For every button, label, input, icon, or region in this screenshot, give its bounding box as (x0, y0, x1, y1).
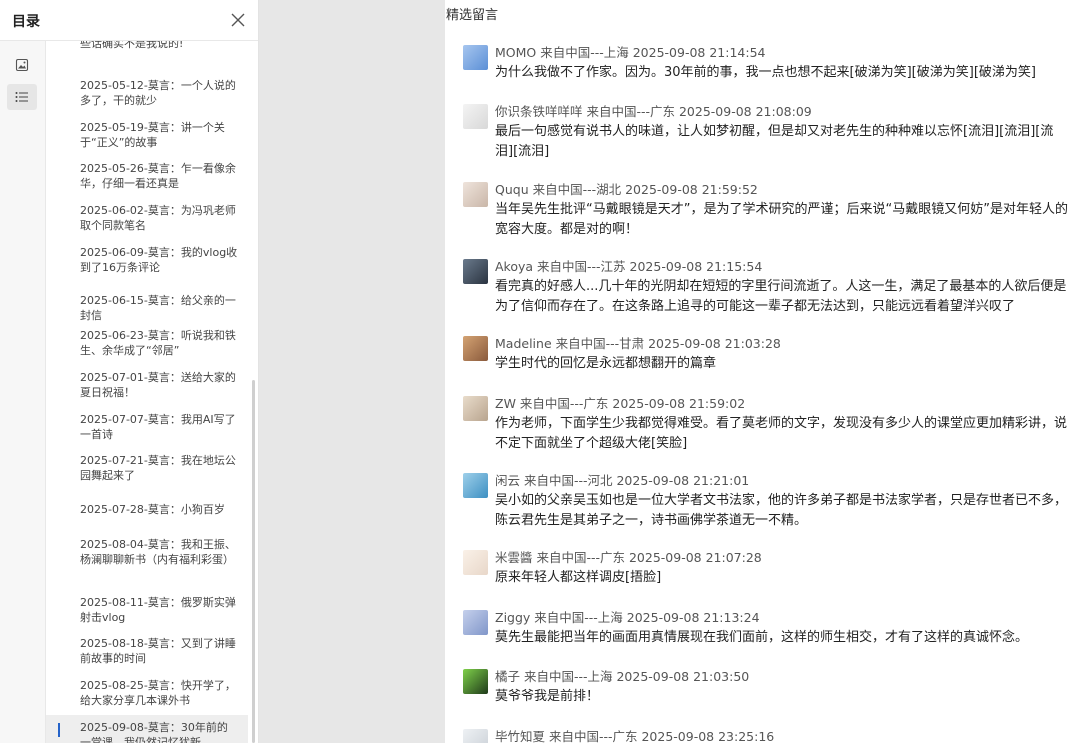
avatar[interactable] (463, 550, 488, 575)
comment-text: 最后一句感觉有说书人的味道，让人如梦初醒，但是却又对老先生的种种难以忘怀[流泪]… (495, 124, 1054, 159)
comment-meta: Ziggy 来自中国---上海 2025-09-08 21:13:24 (495, 610, 760, 625)
comment-meta: 米雲醬 来自中国---广东 2025-09-08 21:07:28 (495, 550, 762, 565)
toc-header: 目录 (0, 0, 258, 41)
toc-item[interactable]: 2025-07-01-莫言：送给大家的夏日祝福！ (46, 365, 248, 407)
toc-item[interactable]: 2025-06-15-莫言：给父亲的一封信 (46, 281, 248, 323)
comment-text: 原来年轻人都这样调皮[捂脸] (495, 570, 662, 585)
comment-text: 莫先生最能把当年的画面用真情展现在我们面前，这样的师生相交，才有了这样的真诚怀念… (495, 630, 1029, 645)
comment-meta: 你识条铁咩咩咩 来自中国---广东 2025-09-08 21:08:09 (495, 104, 812, 119)
comment-meta: 橘子 来自中国---上海 2025-09-08 21:03:50 (495, 669, 750, 684)
toc-item[interactable]: 2025-07-28-莫言：小狗百岁 (46, 490, 248, 532)
toc-item[interactable]: 2025-06-09-莫言：我的vlog收到了16万条评论 (46, 240, 248, 282)
avatar[interactable] (463, 104, 488, 129)
comment-meta: Madeline 来自中国---甘肃 2025-09-08 21:03:28 (495, 336, 781, 351)
comment-meta: Akoya 来自中国---江苏 2025-09-08 21:15:54 (495, 259, 763, 274)
avatar[interactable] (463, 669, 488, 694)
toc-title: 目录 (12, 14, 40, 30)
list-icon (15, 88, 29, 107)
comment-text: 学生时代的回忆是永远都想翻开的篇章 (495, 356, 717, 371)
avatar[interactable] (463, 610, 488, 635)
avatar[interactable] (463, 336, 488, 361)
toc-rail (0, 41, 46, 743)
toc-item[interactable]: 2025-07-07-莫言：我用AI写了一首诗 (46, 407, 248, 449)
toc-item[interactable]: 2025-08-04-莫言：我和王振、杨澜聊聊新书（内有福利彩蛋） (46, 532, 248, 590)
comment-meta: Ququ 来自中国---湖北 2025-09-08 21:59:52 (495, 182, 758, 197)
toc-item[interactable]: 2025-06-23-莫言：听说我和铁生、余华成了“邻居” (46, 323, 248, 365)
toc-item[interactable]: 2025-08-11-莫言：俄罗斯实弹射击vlog (46, 590, 248, 632)
toc-item[interactable]: 2025-08-25-莫言：快开学了，给大家分享几本课外书 (46, 673, 248, 715)
toc-item[interactable]: 2025-05-12-莫言：一个人说的多了，干的就少 (46, 73, 248, 115)
toc-item[interactable]: 2025-05-26-莫言：乍一看像余华，仔细一看还真是 (46, 156, 248, 198)
comment-meta: MOMO 来自中国---上海 2025-09-08 21:14:54 (495, 45, 766, 60)
avatar[interactable] (463, 45, 488, 70)
avatar[interactable] (463, 473, 488, 498)
close-icon[interactable] (229, 11, 247, 29)
toc-item[interactable]: 2025-06-02-莫言：为冯巩老师取个同款笔名 (46, 198, 248, 240)
comment-text: 当年吴先生批评“马戴眼镜是天才”，是为了学术研究的严谨；后来说“马戴眼镜又何妨”… (495, 202, 1068, 237)
image-view-button[interactable] (7, 53, 37, 79)
comment-meta: ZW 来自中国---广东 2025-09-08 21:59:02 (495, 396, 746, 411)
avatar[interactable] (463, 259, 488, 284)
image-icon (15, 57, 29, 76)
toc-list-items: 2025-05-12-莫言：一个人说的多了，干的就少 2025-05-19-莫言：… (46, 73, 248, 743)
list-view-button[interactable] (7, 84, 37, 110)
comment-meta: 闲云 来自中国---河北 2025-09-08 21:21:01 (495, 473, 750, 488)
toc-item[interactable]: 2025-08-18-莫言：又到了讲睡前故事的时间 (46, 631, 248, 673)
comment-text: 为什么我做不了作家。因为。30年前的事，我一点也想不起来[破涕为笑][破涕为笑]… (495, 65, 1036, 80)
toc-panel: 2025-05-05-莫言打假系列:这些话确实不是我说的! 目录 2025-05… (0, 0, 259, 743)
avatar[interactable] (463, 182, 488, 207)
toc-item[interactable]: 2025-07-21-莫言：我在地坛公园舞起来了 (46, 448, 248, 490)
comment-text: 作为老师，下面学生少我都觉得难受。看了莫老师的文字，发现没有多少人的课堂应更加精… (495, 416, 1068, 451)
toc-item[interactable]: 2025-09-08-莫言：30年前的一堂课，我仍然记忆犹新 (46, 714, 248, 743)
toc-item[interactable]: 2025-05-19-莫言：讲一个关于“正义”的故事 (46, 115, 248, 157)
comments-panel: 精选留言 MOMO 来自中国---上海 2025-09-08 21:14:54 为… (446, 0, 1080, 743)
comment-text: 看完真的好感人...几十年的光阴却在短短的字里行间流逝了。人这一生，满足了最基本… (495, 279, 1067, 314)
avatar[interactable] (463, 396, 488, 421)
comment-text: 莫爷爷我是前排！ (495, 689, 600, 704)
comment-text: 吴小如的父亲吴玉如也是一位大学者文书法家，他的许多弟子都是书法家学者，只是存世者… (495, 493, 1068, 528)
avatar[interactable] (463, 729, 488, 743)
content-gap (259, 0, 445, 743)
toc-scrollbar[interactable] (252, 380, 255, 743)
comments-title: 精选留言 (446, 8, 499, 23)
comment-meta: 毕竹知夏 来自中国---广东 2025-09-08 23:25:16 (495, 729, 775, 743)
